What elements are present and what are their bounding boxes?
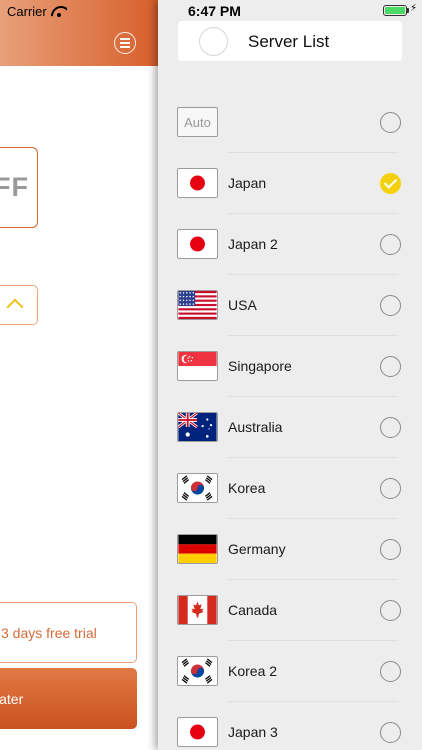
server-row-japan-2[interactable]: Japan 2 xyxy=(158,214,422,275)
menu-icon[interactable] xyxy=(114,32,136,54)
vpn-toggle-button[interactable]: FF xyxy=(0,147,38,228)
server-label: Japan 2 xyxy=(228,236,278,252)
radio-button[interactable] xyxy=(380,539,401,560)
server-label: Germany xyxy=(228,541,286,557)
radio-button[interactable] xyxy=(380,722,401,743)
server-label: Japan xyxy=(228,175,267,191)
expand-button[interactable] xyxy=(0,285,38,325)
battery-icon xyxy=(383,5,407,16)
chevron-up-icon xyxy=(6,298,24,316)
server-list-title: Server List xyxy=(248,32,330,51)
radio-button[interactable] xyxy=(380,112,401,133)
server-label: Australia xyxy=(228,419,283,435)
server-row-usa[interactable]: USA xyxy=(158,275,422,336)
server-row-australia[interactable]: Australia xyxy=(158,397,422,458)
radio-button[interactable] xyxy=(380,600,401,621)
radio-button[interactable] xyxy=(380,234,401,255)
server-row-korea[interactable]: Korea xyxy=(158,458,422,519)
server-label: Japan 3 xyxy=(228,724,278,740)
japan-flag-icon xyxy=(177,168,218,198)
canada-flag-icon xyxy=(177,595,218,625)
radio-button[interactable] xyxy=(380,478,401,499)
server-list-panel: 6:47 PM ⚡ Server List Auto Japan Japan 2 US… xyxy=(158,0,422,750)
server-label: Korea xyxy=(228,480,266,496)
header-circle-icon xyxy=(199,27,228,56)
korea-flag-icon xyxy=(177,473,218,503)
free-trial-button[interactable]: 3 days free trial xyxy=(0,602,137,663)
server-list: Auto Japan Japan 2 USA Singapore Australia Kor… xyxy=(158,92,422,750)
server-row-japan[interactable]: Japan xyxy=(158,153,422,214)
charging-icon: ⚡ xyxy=(410,3,418,14)
server-label: Singapore xyxy=(228,358,292,374)
usa-flag-icon xyxy=(177,290,218,320)
main-screen: Carrier FF 3 days free trial later xyxy=(0,0,158,750)
main-header-bar: Carrier xyxy=(0,0,158,66)
server-label: Korea 2 xyxy=(228,663,278,679)
carrier-label: Carrier xyxy=(7,4,47,19)
selected-check-icon[interactable] xyxy=(380,173,401,194)
server-row-japan-3[interactable]: Japan 3 xyxy=(158,702,422,750)
server-row-canada[interactable]: Canada xyxy=(158,580,422,641)
radio-button[interactable] xyxy=(380,295,401,316)
battery-tip xyxy=(407,8,409,13)
server-row-singapore[interactable]: Singapore xyxy=(158,336,422,397)
server-label: USA xyxy=(228,297,257,313)
singapore-flag-icon xyxy=(177,351,218,381)
vpn-toggle-label: FF xyxy=(0,172,29,202)
server-label: Canada xyxy=(228,602,278,618)
later-button[interactable]: later xyxy=(0,668,137,729)
status-bar-left: Carrier xyxy=(7,4,67,19)
later-label: later xyxy=(0,690,24,707)
radio-button[interactable] xyxy=(380,356,401,377)
status-time: 6:47 PM xyxy=(188,3,241,19)
germany-flag-icon xyxy=(177,534,218,564)
free-trial-label: 3 days free trial xyxy=(1,624,97,641)
server-row-germany[interactable]: Germany xyxy=(158,519,422,580)
server-list-header: Server List xyxy=(178,21,402,61)
japan-flag-icon xyxy=(177,717,218,747)
korea-flag-icon xyxy=(177,656,218,686)
server-row-korea-2[interactable]: Korea 2 xyxy=(158,641,422,702)
battery-fill xyxy=(385,7,405,14)
radio-button[interactable] xyxy=(380,417,401,438)
japan-flag-icon xyxy=(177,229,218,259)
radio-button[interactable] xyxy=(380,661,401,682)
australia-flag-icon xyxy=(177,412,218,442)
auto-server-icon: Auto xyxy=(177,107,218,137)
wifi-icon xyxy=(51,6,67,17)
server-row-auto[interactable]: Auto xyxy=(158,92,422,153)
